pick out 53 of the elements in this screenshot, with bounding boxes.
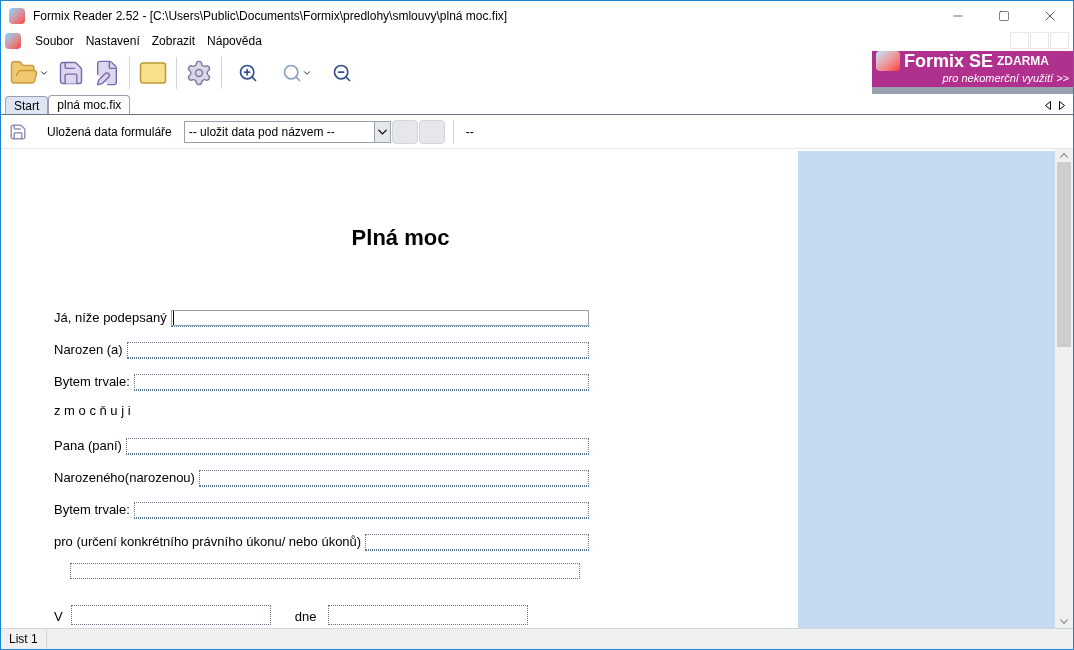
field-label: Narozeného(narozenou) xyxy=(54,468,195,487)
input-field[interactable] xyxy=(133,502,589,518)
app-icon xyxy=(876,51,900,71)
promo-banner[interactable]: Formix SE ZDARMA pro nekomerční využití >> xyxy=(872,51,1073,94)
window-title: Formix Reader 2.52 - [C:\Users\Public\Documents\Formix\predlohy\smlouvy\plná moc.fix] xyxy=(33,7,508,25)
menu-item[interactable]: Zobrazit xyxy=(145,31,202,50)
app-icon xyxy=(9,7,25,24)
field-label: dne xyxy=(294,608,317,626)
field-label: pro (určení konkrétního právního úkonu/ nebo úkonů) xyxy=(54,532,362,551)
input-field[interactable] xyxy=(70,605,271,625)
scroll-up-icon[interactable] xyxy=(1060,153,1068,158)
form-text: z m o c ň u j i xyxy=(54,402,131,421)
zoom-in-icon[interactable] xyxy=(238,62,258,83)
zoom-icon[interactable] xyxy=(282,62,312,83)
field-label: Já, níže podepsaný xyxy=(54,308,167,327)
caret-icon xyxy=(373,121,390,142)
field-label: Bytem trvale: xyxy=(54,500,130,519)
input-field[interactable] xyxy=(70,563,580,579)
saved-data-dropdown[interactable]: -- uložit data pod názvem -- xyxy=(183,120,391,143)
scroll-left-icon[interactable] xyxy=(1045,101,1051,110)
field-label: Bytem trvale: xyxy=(54,372,130,391)
status-page: List 1 xyxy=(1,629,47,649)
input-field[interactable] xyxy=(365,534,589,550)
document-title: Plná moc xyxy=(350,224,450,252)
menu-item[interactable]: Soubor xyxy=(29,31,80,50)
input-field[interactable] xyxy=(126,342,589,358)
input-field[interactable] xyxy=(125,438,589,454)
tab[interactable]: plná moc.fix xyxy=(48,95,131,114)
input-field[interactable] xyxy=(198,470,589,486)
scroll-down-icon[interactable] xyxy=(1060,619,1068,624)
banner-label: ZDARMA xyxy=(997,53,1050,70)
banner-title: Formix SE xyxy=(904,51,994,71)
field-label: Pana (paní) xyxy=(54,436,122,455)
tab[interactable]: Start xyxy=(5,96,49,114)
status-text: -- xyxy=(465,123,474,141)
menu-item[interactable]: Nápověda xyxy=(201,31,268,50)
text-cursor xyxy=(172,311,174,325)
toolbar-label: Uložená data formuláře xyxy=(47,123,172,141)
field-label: Narozen (a) xyxy=(54,340,123,359)
zoom-out-icon[interactable] xyxy=(332,62,352,83)
settings-icon[interactable] xyxy=(185,58,213,87)
field-label: V xyxy=(54,608,63,626)
scroll-right-icon[interactable] xyxy=(1059,101,1065,110)
input-field[interactable] xyxy=(328,605,529,625)
banner-subtitle: pro nekomerční využití >> xyxy=(941,71,1070,85)
input-field[interactable] xyxy=(170,310,589,326)
maximize-icon[interactable] xyxy=(998,9,1010,22)
input-field[interactable] xyxy=(133,374,589,390)
scrollbar-thumb[interactable] xyxy=(1057,162,1071,347)
form-data-icon xyxy=(9,122,27,141)
menu-item[interactable]: Nastavení xyxy=(79,31,146,50)
app-icon xyxy=(5,32,21,49)
scrollbar[interactable] xyxy=(1055,149,1073,628)
